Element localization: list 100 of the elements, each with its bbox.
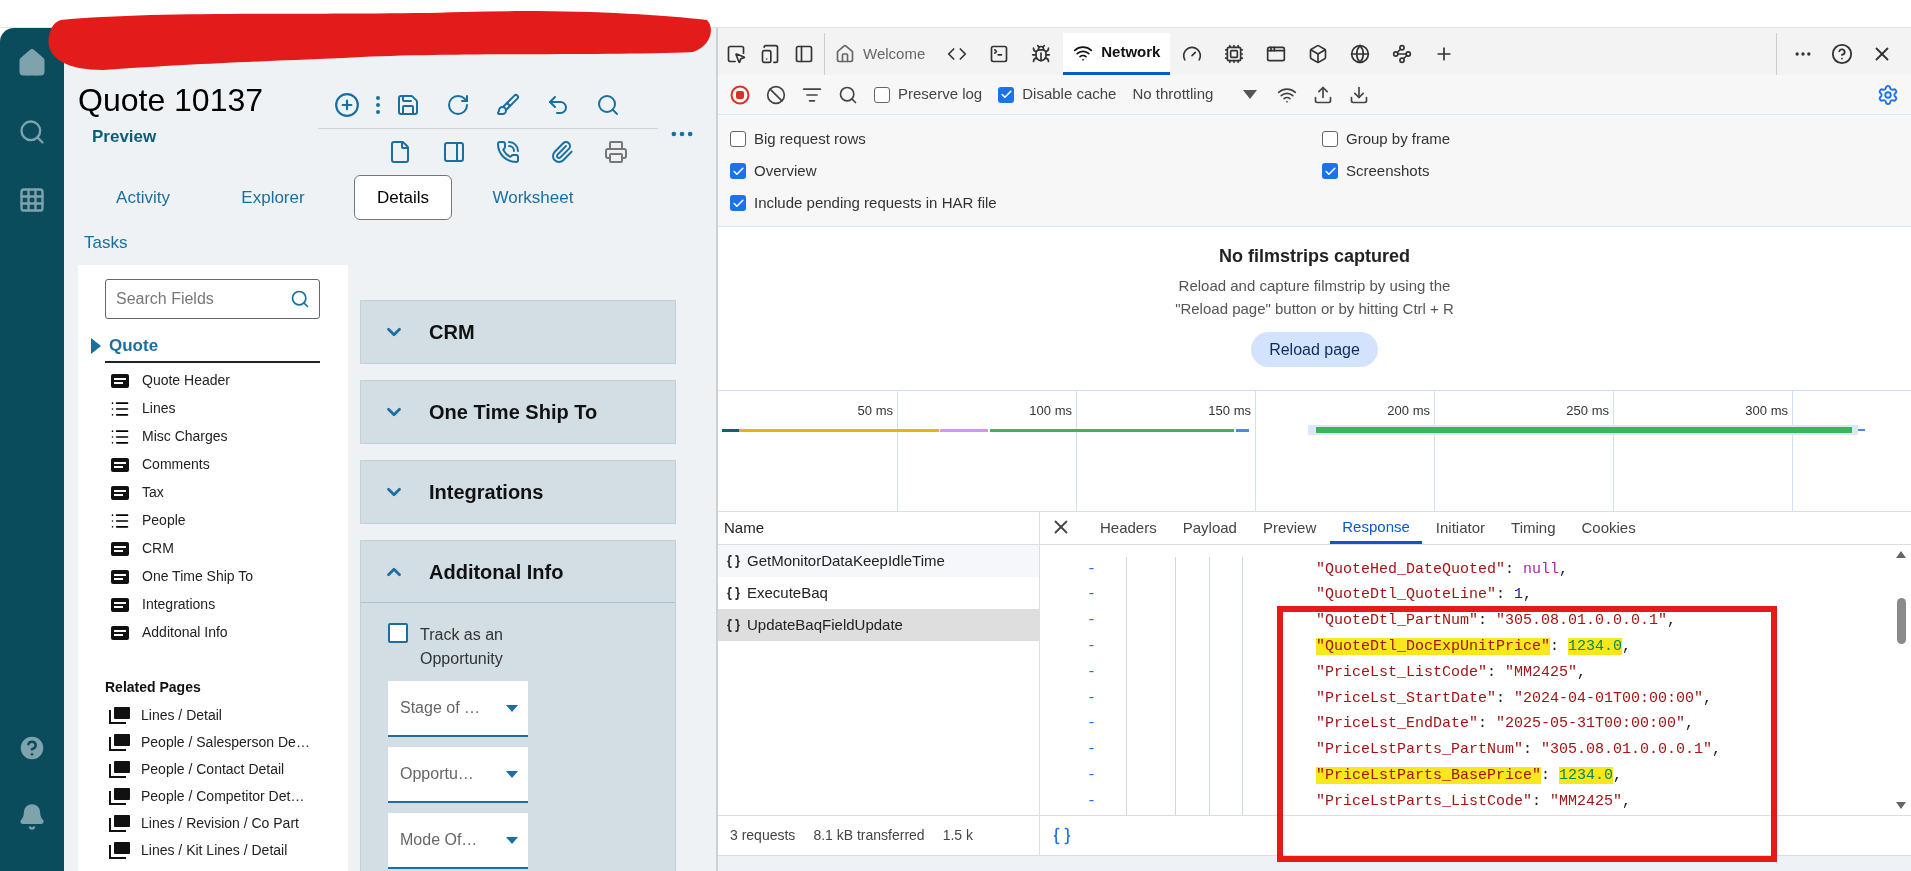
checkbox[interactable] bbox=[388, 623, 408, 643]
stacked-pages-icon bbox=[109, 841, 131, 859]
detail-tab[interactable]: Cookies bbox=[1569, 513, 1648, 544]
save-icon[interactable] bbox=[396, 93, 420, 118]
search-field[interactable]: Search Fields bbox=[105, 279, 320, 319]
page-tab[interactable]: Worksheet bbox=[468, 175, 598, 220]
detail-tab[interactable]: Initiator bbox=[1423, 513, 1498, 544]
page-tab[interactable]: Explorer bbox=[208, 175, 338, 220]
section-header[interactable]: CRM bbox=[361, 301, 675, 363]
scroll-up-icon[interactable] bbox=[1896, 551, 1906, 558]
related-page-link[interactable]: Lines / Revision / Co Part bbox=[141, 812, 299, 834]
refresh-icon[interactable] bbox=[446, 93, 470, 118]
json-line: "PriceLst_ListCode": "MM2425", bbox=[1316, 662, 1587, 683]
panel-tab[interactable]: Welcome bbox=[825, 33, 936, 75]
checkbox[interactable] bbox=[730, 195, 746, 211]
device-icon[interactable] bbox=[760, 44, 780, 64]
chip-icon[interactable] bbox=[1224, 44, 1245, 64]
checkbox-label: Disable cache bbox=[1022, 84, 1117, 105]
field-link[interactable]: Integrations bbox=[142, 594, 216, 615]
apps-grid-icon[interactable] bbox=[18, 186, 46, 214]
related-page-link[interactable]: People / Competitor Det… bbox=[141, 785, 305, 807]
terminal-icon[interactable] bbox=[989, 44, 1010, 64]
download-icon[interactable] bbox=[1349, 84, 1370, 105]
help-icon[interactable] bbox=[1831, 43, 1853, 65]
panel-tab[interactable]: Network bbox=[1063, 33, 1171, 75]
status-text: 1.5 k bbox=[942, 826, 973, 845]
field-link[interactable]: Tax bbox=[142, 482, 164, 503]
related-page-link[interactable]: Lines / Kit Lines / Detail bbox=[141, 839, 288, 861]
bug-icon[interactable] bbox=[1031, 44, 1052, 64]
checkbox[interactable] bbox=[730, 163, 746, 179]
request-row[interactable]: UpdateBaqFieldUpdate bbox=[718, 609, 1039, 641]
field-link[interactable]: One Time Ship To bbox=[142, 566, 254, 587]
inspect-icon[interactable] bbox=[726, 44, 746, 64]
checkbox-label: Track as an Opportunity bbox=[420, 625, 504, 669]
line-marker: - bbox=[1086, 559, 1096, 580]
scroll-down-icon[interactable] bbox=[1896, 802, 1906, 809]
cube-icon[interactable] bbox=[1308, 44, 1329, 64]
paperclip-icon[interactable] bbox=[550, 140, 574, 165]
checkbox[interactable] bbox=[998, 86, 1015, 103]
page-tab[interactable]: Details bbox=[354, 175, 452, 220]
checkbox[interactable] bbox=[1322, 163, 1338, 179]
clear-icon[interactable] bbox=[766, 84, 786, 105]
checkbox[interactable] bbox=[730, 131, 746, 147]
related-page-link[interactable]: People / Contact Detail bbox=[141, 758, 285, 780]
sidebar-icon[interactable] bbox=[794, 44, 814, 64]
request-row[interactable]: GetMonitorDataKeepIdleTime bbox=[718, 545, 1039, 577]
phone-icon[interactable] bbox=[496, 140, 520, 165]
checkbox[interactable] bbox=[1322, 131, 1338, 147]
detail-tab[interactable]: Headers bbox=[1088, 513, 1169, 544]
dropdown-field[interactable]: Opportu… bbox=[388, 747, 528, 803]
json-line: "PriceLst_EndDate": "2025-05-31T00:00:00", bbox=[1316, 714, 1695, 735]
section-header[interactable]: Additonal Info bbox=[361, 541, 675, 603]
print-icon[interactable] bbox=[604, 140, 628, 165]
related-page-link[interactable]: People / Salesperson De… bbox=[141, 731, 310, 753]
gauge-icon[interactable] bbox=[1182, 44, 1203, 64]
dropdown-field[interactable]: Mode Of… bbox=[388, 813, 528, 869]
window-icon[interactable] bbox=[1266, 44, 1287, 64]
dropdown-caret-icon bbox=[506, 704, 518, 712]
scrollbar-thumb[interactable] bbox=[1896, 598, 1906, 644]
home-icon[interactable] bbox=[17, 48, 47, 78]
detail-tab[interactable]: Timing bbox=[1499, 513, 1568, 544]
document-icon[interactable] bbox=[388, 140, 412, 165]
dropdown-field[interactable]: Stage of … bbox=[388, 681, 528, 737]
line-marker: - bbox=[1086, 740, 1096, 761]
panel-icon[interactable] bbox=[442, 140, 466, 165]
field-link[interactable]: Misc Charges bbox=[142, 426, 228, 447]
form-icon bbox=[110, 372, 130, 389]
detail-tab[interactable]: Payload bbox=[1170, 513, 1249, 544]
nodes-icon[interactable] bbox=[1392, 44, 1413, 64]
field-link[interactable]: Quote Header bbox=[142, 370, 230, 391]
field-link[interactable]: Comments bbox=[142, 454, 210, 475]
field-link[interactable]: Additonal Info bbox=[142, 622, 228, 643]
page-tab[interactable]: Activity bbox=[78, 175, 208, 220]
caret-icon bbox=[91, 337, 101, 354]
section-heading[interactable]: Quote bbox=[109, 333, 159, 359]
settings-icon[interactable] bbox=[1877, 83, 1899, 106]
field-link[interactable]: People bbox=[142, 510, 186, 531]
search-icon[interactable] bbox=[596, 93, 620, 118]
brush-icon[interactable] bbox=[496, 93, 520, 118]
form-icon bbox=[110, 456, 130, 473]
field-link[interactable]: CRM bbox=[142, 538, 174, 559]
detail-tab[interactable]: Preview bbox=[1250, 513, 1329, 544]
globe-icon[interactable] bbox=[1350, 44, 1371, 64]
field-link[interactable]: Lines bbox=[142, 398, 176, 419]
related-page-link[interactable]: Lines / Detail bbox=[141, 704, 222, 726]
json-line: "QuoteHed_DateQuoted": null, bbox=[1316, 559, 1569, 580]
add-icon[interactable] bbox=[334, 92, 360, 119]
section-header[interactable]: One Time Ship To bbox=[361, 381, 675, 443]
reload-page-button[interactable]: Reload page bbox=[1251, 332, 1378, 367]
line-marker: - bbox=[1086, 585, 1096, 606]
checkbox[interactable] bbox=[874, 86, 890, 103]
checkbox-label: Preserve log bbox=[898, 84, 983, 105]
throttling-dropdown[interactable]: No throttling bbox=[1132, 83, 1262, 106]
page-tab[interactable]: Tasks bbox=[78, 220, 208, 265]
record-stop-icon[interactable] bbox=[730, 84, 750, 105]
upload-icon[interactable] bbox=[1313, 84, 1334, 105]
section-header[interactable]: Integrations bbox=[361, 461, 675, 523]
bell-icon[interactable] bbox=[18, 803, 46, 831]
pretty-print-icon[interactable] bbox=[1052, 825, 1072, 846]
search-icon[interactable] bbox=[838, 84, 858, 105]
